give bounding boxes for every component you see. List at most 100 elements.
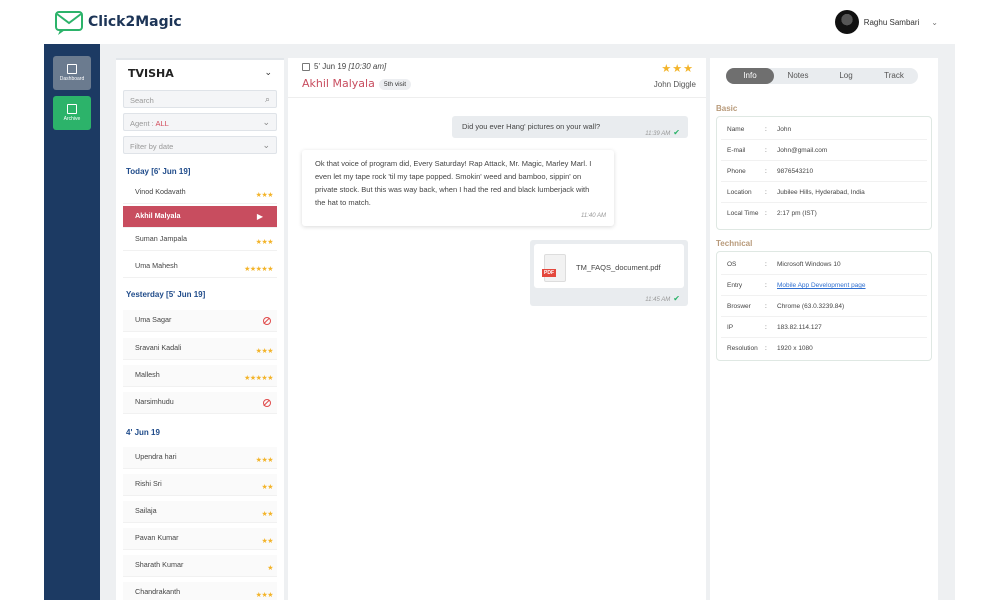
message-text: Did you ever Hang' pictures on your wall… bbox=[462, 122, 601, 131]
visitor-name: Uma Sagar bbox=[135, 315, 172, 324]
visitor-name: Akhil Malyala bbox=[135, 211, 181, 220]
tab-info[interactable]: Info bbox=[726, 68, 774, 84]
list-item[interactable]: Vinod Kodavath ★★★ bbox=[123, 182, 277, 204]
chevron-down-icon[interactable]: ⌄ bbox=[264, 67, 272, 78]
app-logo[interactable]: Click2Magic bbox=[54, 8, 182, 36]
info-key: Name bbox=[727, 126, 745, 133]
message-time: 11:40 AM bbox=[580, 213, 606, 219]
dashboard-icon bbox=[67, 64, 77, 74]
chat-list-panel: TVISHA ⌄ Search ⌕ Agent : ALL ⌄ Filter b… bbox=[116, 58, 284, 600]
info-key: Entry bbox=[727, 282, 743, 289]
dashboard-label: Dashboard bbox=[59, 76, 85, 82]
list-item[interactable]: Sravani Kadali ★★★ bbox=[123, 338, 277, 360]
list-item-active[interactable]: Akhil Malyala ▶ bbox=[123, 206, 277, 228]
visitor-name: Rishi Sri bbox=[135, 479, 162, 488]
visitor-name: Sravani Kadali bbox=[135, 343, 182, 352]
list-item[interactable]: Sailaja ★★ bbox=[123, 501, 277, 523]
search-input[interactable]: Search ⌕ bbox=[123, 90, 277, 108]
visitor-name: Pavan Kumar bbox=[135, 533, 179, 542]
rating-stars: ★★★ bbox=[255, 457, 274, 464]
info-row-name: Name: John bbox=[727, 126, 792, 133]
info-row-entry: Entry: Mobile App Development page bbox=[727, 282, 866, 289]
list-item[interactable]: Narsimhudu bbox=[123, 392, 277, 414]
calendar-icon bbox=[302, 63, 310, 71]
group-title: Today [6' Jun 19] bbox=[126, 167, 191, 176]
list-item[interactable]: Mallesh ★★★★★ bbox=[123, 365, 277, 387]
visitor-name: Uma Mahesh bbox=[135, 261, 178, 270]
divider bbox=[721, 337, 927, 338]
info-value: Jubilee Hills, Hyderabad, India bbox=[777, 189, 865, 196]
info-value: John@gmail.com bbox=[777, 147, 828, 154]
list-title[interactable]: TVISHA bbox=[128, 67, 174, 80]
rating-stars: ★★★ bbox=[255, 239, 274, 246]
dashboard-button[interactable]: Dashboard bbox=[53, 56, 91, 90]
archive-button[interactable]: Archive bbox=[53, 96, 91, 130]
message-time: 11:39 AM ✔ bbox=[645, 128, 680, 137]
tab-track[interactable]: Track bbox=[870, 68, 918, 84]
rating-stars: ★★ bbox=[261, 484, 273, 491]
archive-icon bbox=[67, 104, 77, 114]
chevron-down-icon: ⌄ bbox=[262, 117, 270, 127]
conversation-panel: 5' Jun 19 [10:30 am] Akhil Malyala 5th v… bbox=[288, 58, 706, 600]
left-rail: Dashboard Archive bbox=[44, 44, 100, 600]
list-item[interactable]: Pavan Kumar ★★ bbox=[123, 528, 277, 550]
section-title-technical: Technical bbox=[716, 239, 753, 248]
divider bbox=[721, 160, 927, 161]
info-row-email: E-mail: John@gmail.com bbox=[727, 147, 828, 154]
visitor-name: Sailaja bbox=[135, 506, 157, 515]
list-item[interactable]: Uma Sagar bbox=[123, 310, 277, 332]
rating-stars: ★★★★★ bbox=[244, 375, 273, 382]
message-time: 11:45 AM ✔ bbox=[645, 294, 680, 303]
time-text: 11:39 AM bbox=[645, 131, 671, 137]
app-name: Click2Magic bbox=[88, 14, 182, 30]
blocked-icon bbox=[263, 317, 271, 325]
conversation-header: 5' Jun 19 [10:30 am] Akhil Malyala 5th v… bbox=[288, 58, 706, 98]
chevron-down-icon: ⌄ bbox=[931, 17, 938, 27]
visitor-name: Akhil Malyala bbox=[302, 77, 375, 90]
divider bbox=[721, 316, 927, 317]
date-filter-select[interactable]: Filter by date ⌄ bbox=[123, 136, 277, 154]
tab-notes[interactable]: Notes bbox=[774, 68, 822, 84]
user-name: Raghu Sambari bbox=[863, 17, 920, 27]
agent-select[interactable]: Agent : ALL ⌄ bbox=[123, 113, 277, 131]
info-key: E-mail bbox=[727, 147, 746, 154]
list-item[interactable]: Sharath Kumar ★ bbox=[123, 555, 277, 577]
info-value: 183.82.114.127 bbox=[777, 324, 822, 331]
info-row-os: OS: Microsoft Windows 10 bbox=[727, 261, 841, 268]
info-tabs: Info Notes Log Track bbox=[726, 68, 918, 84]
visitor-info-panel: Info Notes Log Track Basic Name: John E-m… bbox=[710, 58, 938, 600]
basic-info-card: Name: John E-mail: John@gmail.com Phone:98… bbox=[716, 116, 932, 230]
tab-log[interactable]: Log bbox=[822, 68, 870, 84]
list-item[interactable]: Rishi Sri ★★ bbox=[123, 474, 277, 496]
info-row-local-time: Local Time:2:17 pm (IST) bbox=[727, 210, 817, 217]
rating-stars: ★★★ bbox=[255, 592, 274, 599]
rating-stars: ★★ bbox=[261, 511, 273, 518]
archive-label: Archive bbox=[63, 116, 81, 122]
list-item[interactable]: Suman Jampala ★★★ bbox=[123, 229, 277, 251]
agent-prefix: Agent : bbox=[130, 119, 156, 128]
list-item[interactable]: Chandrakanth ★★★ bbox=[123, 582, 277, 600]
date-text: 5' Jun 19 bbox=[314, 62, 347, 71]
rating-stars: ★ bbox=[267, 565, 273, 572]
divider bbox=[721, 181, 927, 182]
top-bar: Click2Magic Raghu Sambari ⌄ bbox=[0, 0, 1000, 44]
rating-stars: ★★★ bbox=[661, 63, 694, 75]
group-title: 4' Jun 19 bbox=[126, 428, 160, 437]
envelope-logo-icon bbox=[55, 11, 83, 35]
file-attachment[interactable]: PDF TM_FAQS_document.pdf bbox=[534, 244, 684, 288]
user-menu[interactable]: Raghu Sambari ⌄ bbox=[834, 10, 938, 34]
check-icon: ✔ bbox=[673, 128, 680, 137]
info-key: Broswer bbox=[727, 303, 751, 310]
entry-page-link[interactable]: Mobile App Development page bbox=[777, 282, 866, 289]
list-item[interactable]: Uma Mahesh ★★★★★ bbox=[123, 256, 277, 278]
visit-badge: 5th visit bbox=[379, 79, 412, 90]
visitor-name: Vinod Kodavath bbox=[135, 187, 186, 196]
blocked-icon bbox=[263, 399, 271, 407]
visitor-name: Mallesh bbox=[135, 370, 160, 379]
message-outgoing-attachment: PDF TM_FAQS_document.pdf 11:45 AM ✔ bbox=[530, 240, 688, 306]
list-item[interactable]: Upendra hari ★★★ bbox=[123, 447, 277, 469]
rating-stars: ★★ bbox=[261, 538, 273, 545]
group-title: Yesterday [5' Jun 19] bbox=[126, 290, 206, 299]
info-row-ip: IP:183.82.114.127 bbox=[727, 324, 822, 331]
message-incoming: Ok that voice of program did, Every Satu… bbox=[302, 150, 614, 226]
